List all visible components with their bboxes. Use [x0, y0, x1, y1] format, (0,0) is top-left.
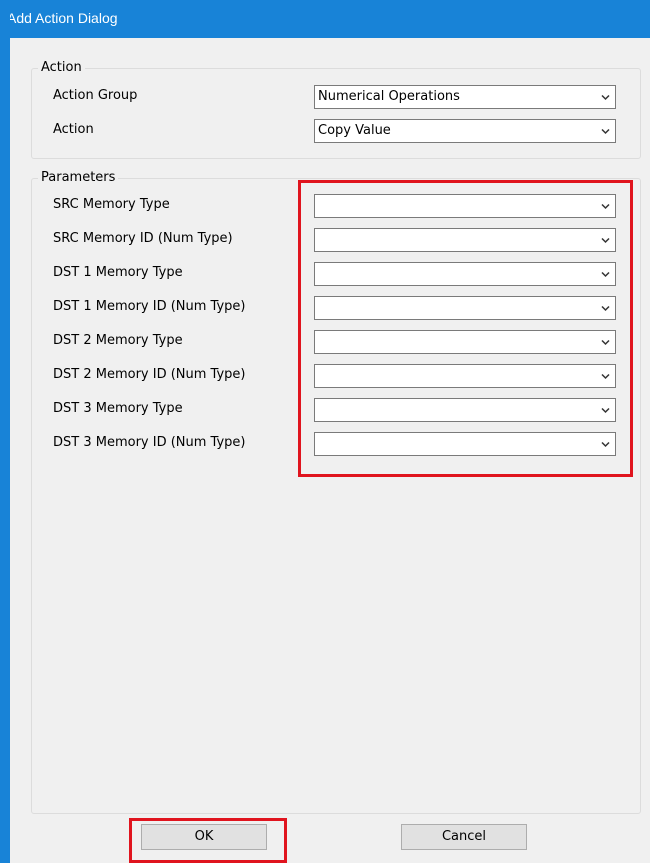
chevron-down-icon: [601, 441, 610, 448]
param-select-dst1-memory-id[interactable]: [314, 296, 616, 320]
parameters-groupbox-legend: Parameters: [38, 170, 119, 186]
param-label-dst2-memory-type: DST 2 Memory Type: [53, 333, 183, 348]
action-group-select[interactable]: Numerical Operations: [314, 85, 616, 109]
param-select-dst3-memory-type[interactable]: [314, 398, 616, 422]
chevron-down-icon: [601, 373, 610, 380]
param-label-src-memory-id: SRC Memory ID (Num Type): [53, 231, 233, 246]
param-label-dst3-memory-id: DST 3 Memory ID (Num Type): [53, 435, 246, 450]
chevron-down-icon: [601, 203, 610, 210]
cancel-button[interactable]: Cancel: [401, 824, 527, 850]
action-groupbox-legend: Action: [38, 60, 85, 76]
param-label-dst2-memory-id: DST 2 Memory ID (Num Type): [53, 367, 246, 382]
action-group-select-value: Numerical Operations: [318, 89, 460, 104]
param-label-dst1-memory-type: DST 1 Memory Type: [53, 265, 183, 280]
chevron-down-icon: [601, 128, 610, 135]
action-groupbox: Action: [31, 60, 641, 159]
chevron-down-icon: [601, 305, 610, 312]
param-label-src-memory-type: SRC Memory Type: [53, 197, 170, 212]
param-select-dst3-memory-id[interactable]: [314, 432, 616, 456]
param-select-dst1-memory-type[interactable]: [314, 262, 616, 286]
ok-button[interactable]: OK: [141, 824, 267, 850]
chevron-down-icon: [601, 237, 610, 244]
chevron-down-icon: [601, 339, 610, 346]
chevron-down-icon: [601, 94, 610, 101]
action-label: Action: [53, 122, 94, 137]
param-label-dst1-memory-id: DST 1 Memory ID (Num Type): [53, 299, 246, 314]
param-select-dst2-memory-id[interactable]: [314, 364, 616, 388]
action-group-label: Action Group: [53, 88, 138, 103]
chevron-down-icon: [601, 271, 610, 278]
param-label-dst3-memory-type: DST 3 Memory Type: [53, 401, 183, 416]
chevron-down-icon: [601, 407, 610, 414]
action-select-value: Copy Value: [318, 123, 391, 138]
add-action-dialog: Add Action Dialog Action Action Group Nu…: [0, 0, 650, 863]
param-select-src-memory-type[interactable]: [314, 194, 616, 218]
param-select-dst2-memory-type[interactable]: [314, 330, 616, 354]
action-select[interactable]: Copy Value: [314, 119, 616, 143]
dialog-title: Add Action Dialog: [7, 10, 118, 26]
window-left-border: [0, 0, 10, 863]
param-select-src-memory-id[interactable]: [314, 228, 616, 252]
title-bar[interactable]: Add Action Dialog: [0, 0, 650, 38]
